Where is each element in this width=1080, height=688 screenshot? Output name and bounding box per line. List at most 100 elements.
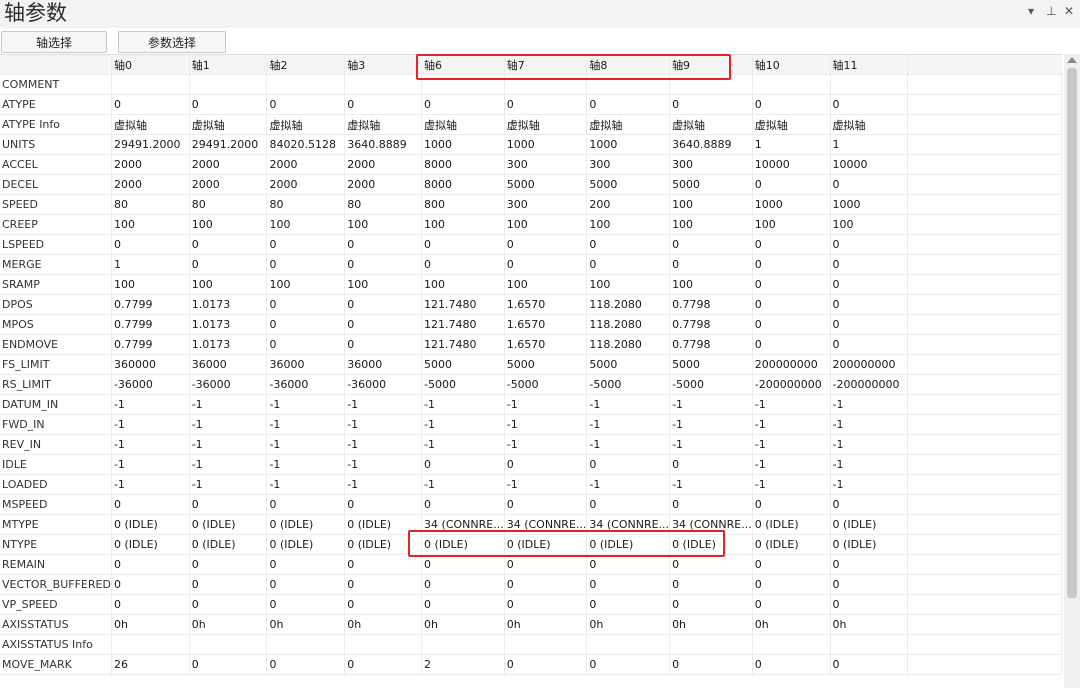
parameter-value-cell[interactable]: 0 bbox=[344, 594, 423, 615]
parameter-value-cell[interactable]: -1 bbox=[344, 394, 423, 415]
parameter-value-cell[interactable]: 0 bbox=[189, 494, 268, 515]
parameter-value-cell[interactable]: 0 bbox=[266, 574, 346, 595]
scrollbar-thumb[interactable] bbox=[1067, 68, 1077, 598]
column-header[interactable]: 轴9 bbox=[669, 54, 753, 75]
parameter-value-cell[interactable]: 200000000 bbox=[752, 354, 831, 375]
parameter-value-cell[interactable]: -1 bbox=[111, 434, 190, 455]
parameter-value-cell[interactable]: -200000000 bbox=[752, 374, 831, 395]
parameter-value-cell[interactable]: 0 bbox=[752, 314, 831, 335]
table-row[interactable]: LSPEED 0 0 0 0 0 0 0 0 0 0 bbox=[0, 234, 1062, 255]
parameter-value-cell[interactable]: 虚拟轴 bbox=[189, 114, 268, 135]
parameter-value-cell[interactable]: -1 bbox=[189, 434, 268, 455]
pin-icon[interactable]: ⊥ bbox=[1046, 4, 1056, 18]
parameter-value-cell[interactable] bbox=[907, 374, 1062, 395]
parameter-value-cell[interactable]: 121.7480 bbox=[421, 314, 505, 335]
parameter-value-cell[interactable]: 300 bbox=[586, 154, 671, 175]
parameter-value-cell[interactable] bbox=[907, 134, 1062, 155]
table-row[interactable]: COMMENT bbox=[0, 74, 1062, 95]
table-row[interactable]: SRAMP 100 100 100 100 100 100 100 100 0 0 bbox=[0, 274, 1062, 295]
parameter-value-cell[interactable]: 2000 bbox=[189, 174, 268, 195]
parameter-value-cell[interactable]: -1 bbox=[266, 394, 346, 415]
table-row[interactable]: LOADED -1 -1 -1 -1 -1 -1 -1 -1 -1 -1 bbox=[0, 474, 1062, 495]
parameter-value-cell[interactable]: 0 bbox=[421, 494, 505, 515]
parameter-value-cell[interactable] bbox=[586, 74, 671, 95]
parameter-value-cell[interactable] bbox=[907, 654, 1062, 675]
parameter-value-cell[interactable]: -1 bbox=[752, 414, 831, 435]
parameter-value-cell[interactable]: 0 (IDLE) bbox=[266, 514, 346, 535]
parameter-value-cell[interactable]: 0 bbox=[504, 654, 588, 675]
parameter-value-cell[interactable]: -1 bbox=[830, 394, 909, 415]
parameter-value-cell[interactable] bbox=[669, 634, 753, 655]
parameter-value-cell[interactable]: -1 bbox=[504, 394, 588, 415]
parameter-value-cell[interactable] bbox=[189, 74, 268, 95]
parameter-value-cell[interactable]: 0 bbox=[669, 554, 753, 575]
parameter-value-cell[interactable]: 0 bbox=[344, 554, 423, 575]
table-row[interactable]: SPEED 80 80 80 80 800 300 200 100 1000 1000 bbox=[0, 194, 1062, 215]
parameter-value-cell[interactable]: 1.0173 bbox=[189, 294, 268, 315]
parameter-value-cell[interactable]: -1 bbox=[111, 474, 190, 495]
parameter-value-cell[interactable]: -1 bbox=[189, 414, 268, 435]
parameter-value-cell[interactable]: 0 bbox=[189, 654, 268, 675]
parameter-value-cell[interactable]: 0 (IDLE) bbox=[344, 534, 423, 555]
parameter-value-cell[interactable]: 0 bbox=[830, 654, 909, 675]
parameter-value-cell[interactable]: 0 bbox=[830, 174, 909, 195]
parameter-value-cell[interactable]: 0 (IDLE) bbox=[421, 534, 505, 555]
parameter-value-cell[interactable]: 8000 bbox=[421, 174, 505, 195]
parameter-value-cell[interactable]: -1 bbox=[189, 474, 268, 495]
parameter-value-cell[interactable]: 118.2080 bbox=[586, 294, 671, 315]
parameter-value-cell[interactable] bbox=[907, 294, 1062, 315]
parameter-value-cell[interactable]: -1 bbox=[266, 434, 346, 455]
parameter-value-cell[interactable]: 0 bbox=[344, 314, 423, 335]
parameter-value-cell[interactable]: 0 (IDLE) bbox=[830, 534, 909, 555]
parameter-value-cell[interactable]: 10000 bbox=[752, 154, 831, 175]
parameter-value-cell[interactable]: 0 bbox=[830, 574, 909, 595]
parameter-value-cell[interactable]: 虚拟轴 bbox=[504, 114, 588, 135]
table-row[interactable]: CREEP 100 100 100 100 100 100 100 100 100 100 bbox=[0, 214, 1062, 235]
table-row[interactable]: FWD_IN -1 -1 -1 -1 -1 -1 -1 -1 -1 -1 bbox=[0, 414, 1062, 435]
parameter-value-cell[interactable]: 0 (IDLE) bbox=[189, 534, 268, 555]
parameter-value-cell[interactable]: 0h bbox=[266, 614, 346, 635]
parameter-value-cell[interactable]: 0 bbox=[421, 234, 505, 255]
parameter-value-cell[interactable]: 2000 bbox=[344, 154, 423, 175]
parameter-value-cell[interactable]: 0 bbox=[830, 294, 909, 315]
parameter-value-cell[interactable]: 1000 bbox=[586, 134, 671, 155]
parameter-value-cell[interactable]: 0 bbox=[266, 314, 346, 335]
parameter-value-cell[interactable]: 0 bbox=[266, 334, 346, 355]
parameter-value-cell[interactable]: 虚拟轴 bbox=[421, 114, 505, 135]
parameter-value-cell[interactable]: 80 bbox=[344, 194, 423, 215]
parameter-value-cell[interactable]: 2000 bbox=[111, 154, 190, 175]
parameter-value-cell[interactable]: 0 (IDLE) bbox=[111, 514, 190, 535]
parameter-value-cell[interactable]: 34 (CONNRE... bbox=[669, 514, 753, 535]
parameter-value-cell[interactable] bbox=[907, 414, 1062, 435]
parameter-value-cell[interactable]: 0.7799 bbox=[111, 294, 190, 315]
parameter-value-cell[interactable] bbox=[907, 474, 1062, 495]
parameter-value-cell[interactable] bbox=[907, 174, 1062, 195]
parameter-value-cell[interactable]: -1 bbox=[752, 394, 831, 415]
table-row[interactable]: VECTOR_BUFFERED 0 0 0 0 0 0 0 0 0 0 bbox=[0, 574, 1062, 595]
parameter-value-cell[interactable]: 0 bbox=[344, 254, 423, 275]
parameter-value-cell[interactable]: 0 (IDLE) bbox=[752, 534, 831, 555]
parameter-value-cell[interactable]: 0 bbox=[504, 574, 588, 595]
parameter-value-cell[interactable] bbox=[907, 354, 1062, 375]
parameter-value-cell[interactable] bbox=[504, 634, 588, 655]
parameter-value-cell[interactable]: 1.6570 bbox=[504, 294, 588, 315]
parameter-value-cell[interactable]: -1 bbox=[504, 434, 588, 455]
parameter-value-cell[interactable]: 80 bbox=[266, 194, 346, 215]
parameter-value-cell[interactable]: 0h bbox=[189, 614, 268, 635]
parameter-value-cell[interactable]: 100 bbox=[504, 274, 588, 295]
parameter-value-cell[interactable]: 0h bbox=[504, 614, 588, 635]
parameter-value-cell[interactable]: 0h bbox=[111, 614, 190, 635]
parameter-value-cell[interactable]: 0 bbox=[344, 94, 423, 115]
parameter-value-cell[interactable]: 0 bbox=[752, 234, 831, 255]
parameter-value-cell[interactable]: 0 bbox=[669, 574, 753, 595]
table-row[interactable]: IDLE -1 -1 -1 -1 0 0 0 0 -1 -1 bbox=[0, 454, 1062, 475]
parameter-value-cell[interactable]: 0 bbox=[266, 494, 346, 515]
parameter-value-cell[interactable] bbox=[111, 74, 190, 95]
parameter-value-cell[interactable]: 5000 bbox=[586, 354, 671, 375]
parameter-value-cell[interactable]: 300 bbox=[504, 154, 588, 175]
parameter-value-cell[interactable]: 0 bbox=[111, 494, 190, 515]
parameter-value-cell[interactable]: -1 bbox=[266, 414, 346, 435]
parameter-value-cell[interactable]: 0 bbox=[421, 94, 505, 115]
parameter-value-cell[interactable] bbox=[669, 74, 753, 95]
parameter-value-cell[interactable]: -36000 bbox=[344, 374, 423, 395]
